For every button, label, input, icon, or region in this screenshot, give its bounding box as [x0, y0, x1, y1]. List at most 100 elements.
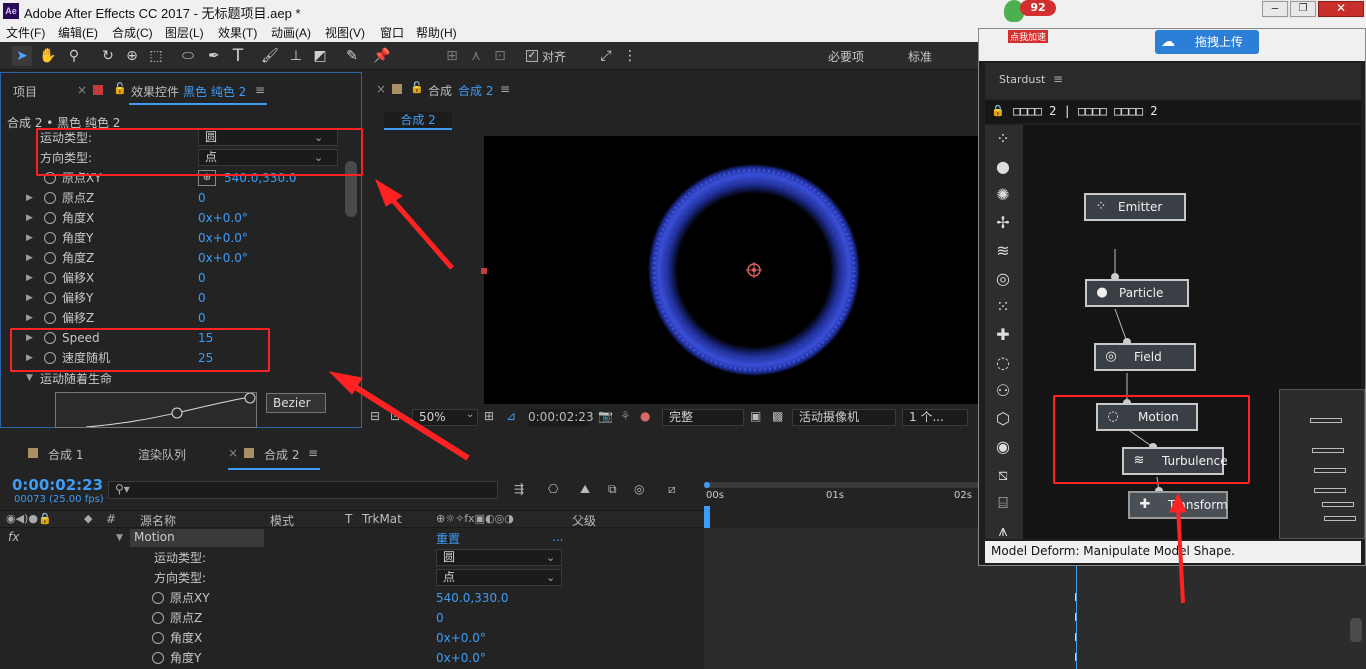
camera-tool-icon[interactable]: ⊕	[122, 46, 142, 66]
fan-icon[interactable]: ✢	[988, 210, 1018, 236]
type-tool-icon[interactable]: T	[228, 46, 248, 66]
lock-icon[interactable]: 🔓	[113, 82, 127, 95]
menu-help[interactable]: 帮助(H)	[416, 24, 457, 41]
tab-render-queue[interactable]: 渲染队列	[138, 446, 186, 463]
draft-3d-icon[interactable]: ⎔	[548, 482, 558, 496]
menu-animation[interactable]: 动画(A)	[271, 24, 311, 41]
emitter-icon[interactable]: ⁘	[988, 126, 1018, 152]
upload-button[interactable]: ☁ 拖拽上传	[1155, 30, 1259, 54]
col-t[interactable]: T	[345, 512, 352, 526]
comp-tab-label[interactable]: 合成	[428, 82, 452, 99]
composition-flowchart-icon[interactable]: ⇶	[514, 482, 524, 496]
node-emitter[interactable]: ⁘ Emitter	[1084, 193, 1186, 221]
grid-dots-icon[interactable]: ⁙	[988, 294, 1018, 320]
minimize-icon[interactable]: ‒	[1262, 1, 1288, 17]
slash-icon[interactable]: ⧅	[988, 462, 1018, 488]
expand-triangle-icon[interactable]: ▶	[26, 308, 33, 328]
bezier-graph[interactable]	[55, 392, 257, 428]
menu-composition[interactable]: 合成(C)	[112, 24, 153, 41]
camera-select[interactable]: 活动摄像机	[792, 409, 896, 426]
grid-icon[interactable]: ⊞	[484, 409, 494, 423]
view-axis-icon[interactable]: ⊡	[490, 46, 510, 66]
stopwatch-icon[interactable]	[44, 232, 56, 244]
eraser-tool-icon[interactable]: ◩	[310, 46, 330, 66]
effect-name[interactable]: Motion	[130, 529, 264, 547]
property-dropdown[interactable]: 圆	[436, 549, 562, 566]
work-area-start[interactable]	[704, 482, 710, 488]
workspace-standard[interactable]: 标准	[908, 48, 932, 65]
workspace-essentials[interactable]: 必要项	[828, 48, 864, 65]
effect-expand-icon[interactable]: ▼	[116, 533, 123, 543]
keyframe-marker-icon[interactable]: I	[1074, 648, 1077, 668]
keyframe-marker-icon[interactable]: I	[1074, 588, 1077, 608]
menu-effect[interactable]: 效果(T)	[218, 24, 257, 41]
turbulence-icon[interactable]: ≋	[988, 238, 1018, 264]
stopwatch-icon[interactable]	[44, 312, 56, 324]
stopwatch-icon[interactable]	[152, 592, 164, 604]
effect-value[interactable]: 0	[198, 188, 206, 208]
hand-tool-icon[interactable]: ✋	[38, 46, 58, 66]
node-particle[interactable]: ● Particle	[1085, 279, 1189, 307]
motion-icon[interactable]: ◌	[988, 350, 1018, 376]
effect-value[interactable]: 0	[198, 268, 206, 288]
menu-window[interactable]: 窗口	[380, 24, 404, 41]
resolution-select[interactable]: 完整	[662, 409, 744, 426]
tab-effect-controls[interactable]: 效果控件	[131, 83, 179, 100]
effect-value[interactable]: 0x+0.0°	[198, 248, 248, 268]
frame-blend-icon[interactable]: ⧉	[608, 482, 617, 497]
expand-triangle-icon[interactable]: ▶	[26, 228, 33, 248]
channel-icon[interactable]: ●	[640, 409, 650, 423]
comp-viewer[interactable]	[484, 136, 978, 404]
layer-handle[interactable]	[481, 268, 487, 274]
preview-always-icon[interactable]: ⊡	[390, 409, 400, 423]
stopwatch-icon[interactable]	[44, 252, 56, 264]
menu-file[interactable]: 文件(F)	[6, 24, 45, 41]
transparency-grid-icon[interactable]: ▩	[772, 409, 783, 423]
stopwatch-icon[interactable]	[152, 612, 164, 624]
pen-tool-icon[interactable]: ✒	[204, 46, 224, 66]
local-axis-icon[interactable]: ⊞	[442, 46, 462, 66]
clone-stamp-tool-icon[interactable]: ⊥	[286, 46, 306, 66]
menu-view[interactable]: 视图(V)	[325, 24, 365, 41]
rotate-tool-icon[interactable]: ↻	[98, 46, 118, 66]
close-icon[interactable]: ✕	[1318, 1, 1364, 17]
expand-triangle-icon[interactable]: ▶	[26, 288, 33, 308]
expand-triangle-icon[interactable]: ▶	[26, 268, 33, 288]
world-axis-icon[interactable]: ⋏	[466, 46, 486, 66]
effect-value[interactable]: 0	[198, 288, 206, 308]
property-value[interactable]: 0x+0.0°	[436, 628, 486, 648]
tab-comp-2[interactable]: 合成 2	[264, 446, 299, 463]
comp-menu-icon[interactable]: ≡	[500, 82, 510, 96]
stopwatch-icon[interactable]	[152, 632, 164, 644]
comp-lock-icon[interactable]: 🔓	[410, 81, 424, 94]
motion-blur-icon[interactable]: ◎	[634, 482, 644, 496]
stopwatch-icon[interactable]	[44, 212, 56, 224]
effect-value[interactable]: 0	[198, 308, 206, 328]
snap-icon[interactable]: ⤢	[596, 46, 616, 66]
node-transform[interactable]: ✚ Transform	[1128, 491, 1228, 519]
effect-value[interactable]: 0x+0.0°	[198, 208, 248, 228]
effect-value[interactable]: 0x+0.0°	[198, 228, 248, 248]
keyframe-marker-icon[interactable]: I	[1074, 628, 1077, 648]
stardust-lock-icon[interactable]: 🔒	[991, 104, 1005, 117]
monitor-icon[interactable]: ⌸	[988, 490, 1018, 516]
graph-editor-icon[interactable]: ⧄	[668, 482, 676, 497]
replicator-icon[interactable]: ⚇	[988, 378, 1018, 404]
pan-behind-tool-icon[interactable]: ⬚	[146, 46, 166, 66]
expand-triangle-icon[interactable]: ▶	[26, 188, 33, 208]
roto-brush-tool-icon[interactable]: ✎	[342, 46, 362, 66]
stopwatch-icon[interactable]	[44, 292, 56, 304]
menu-layer[interactable]: 图层(L)	[165, 24, 204, 41]
preview-icon[interactable]: ⊟	[370, 409, 380, 423]
property-dropdown[interactable]: 点	[436, 569, 562, 586]
stardust-menu-icon[interactable]: ≡	[1053, 72, 1063, 86]
stopwatch-icon[interactable]	[44, 192, 56, 204]
fx-icon[interactable]: fx	[8, 530, 19, 544]
current-time[interactable]: 0:00:02:23	[12, 476, 103, 494]
node-field[interactable]: ◎ Field	[1094, 343, 1196, 371]
speed-widget[interactable]: 92 点我加速	[1000, 0, 1060, 46]
align-checkbox[interactable]: ✓	[526, 50, 538, 62]
graph-minimap[interactable]	[1279, 389, 1365, 539]
puppet-pin-tool-icon[interactable]: 📌	[372, 46, 392, 66]
snapshot-icon[interactable]: 📷	[598, 409, 613, 423]
